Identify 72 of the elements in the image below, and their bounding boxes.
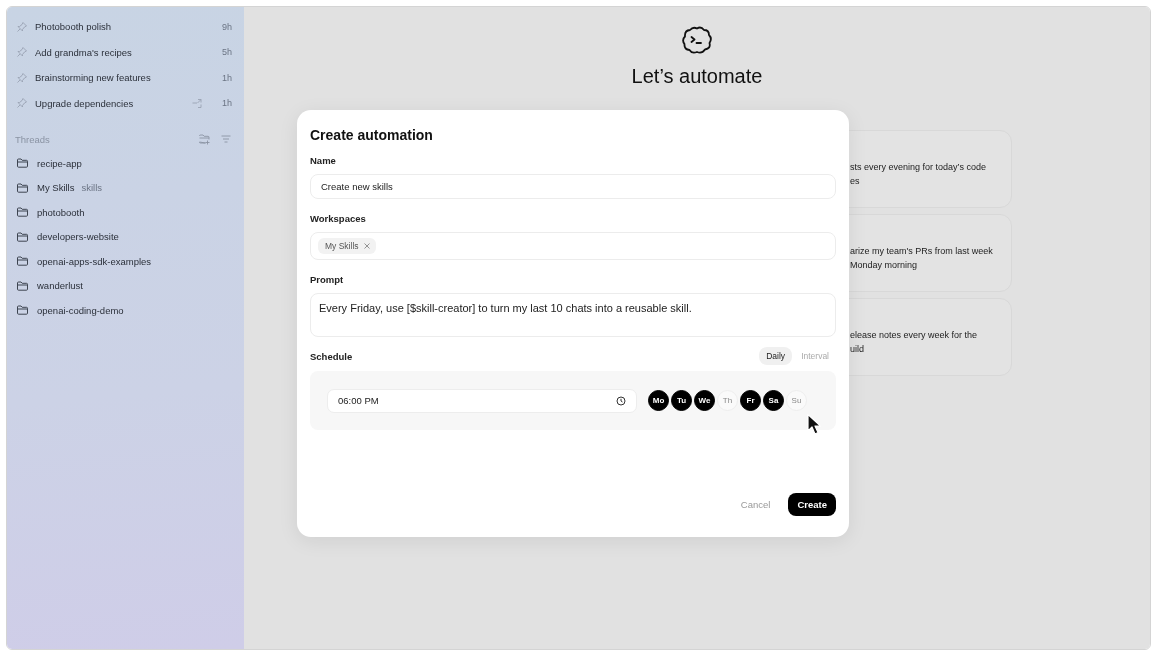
workspace-label: My Skills <box>325 241 359 251</box>
name-field[interactable]: Create new skills <box>310 174 836 199</box>
time-value: 06:00 PM <box>338 395 379 406</box>
folder-icon <box>16 181 29 194</box>
pinned-thread[interactable]: Upgrade dependencies 1h <box>7 90 244 116</box>
project-folder[interactable]: wanderlust <box>7 273 244 298</box>
suggestion-text: uild <box>850 343 865 356</box>
folder-icon <box>16 230 29 243</box>
pinned-thread[interactable]: Add grandma's recipes 5h <box>7 39 244 65</box>
folder-name: developers-website <box>37 231 119 243</box>
pin-icon <box>16 71 28 84</box>
suggestion-text: arize my team's PRs from last week <box>850 245 993 258</box>
field-label: Prompt <box>310 274 345 285</box>
project-folder[interactable]: My Skills skills <box>7 175 244 200</box>
day-toggle[interactable]: Th <box>717 390 738 411</box>
day-toggle[interactable]: Mo <box>648 390 669 411</box>
time-field[interactable]: 06:00 PM <box>327 388 637 413</box>
project-folder[interactable]: openai-apps-sdk-examples <box>7 249 244 274</box>
folder-name: wanderlust <box>37 280 83 292</box>
folder-icon <box>16 255 29 268</box>
clock-icon <box>616 395 626 406</box>
thread-title: Add grandma's recipes <box>35 46 132 58</box>
day-toggle[interactable]: Tu <box>671 390 692 411</box>
thread-title: Upgrade dependencies <box>35 97 134 109</box>
folder-icon <box>16 157 29 170</box>
project-folder[interactable]: developers-website <box>7 224 244 249</box>
suggestion-text: es <box>850 175 861 188</box>
project-folder[interactable]: photobooth <box>7 200 244 225</box>
suggestion-text: Monday morning <box>850 259 919 272</box>
workspaces-field[interactable]: My Skills <box>310 232 836 260</box>
pin-icon <box>16 46 28 59</box>
thread-title: Photobooth polish <box>35 21 112 33</box>
field-label: Workspaces <box>310 213 367 224</box>
field-label: Schedule <box>310 350 353 362</box>
thread-time: 1h <box>221 72 232 83</box>
day-toggle[interactable]: Su <box>786 390 807 411</box>
dialog-title: Create automation <box>310 127 434 143</box>
thread-time: 5h <box>221 47 232 58</box>
page-title: Let’s automate <box>631 65 763 88</box>
suggestion-text: elease notes every week for the <box>850 329 978 342</box>
filter-icon <box>220 133 232 145</box>
close-icon <box>362 242 371 250</box>
project-folder[interactable]: recipe-app <box>7 151 244 176</box>
pinned-thread[interactable]: Brainstorming new features 1h <box>7 65 244 91</box>
folder-name: photobooth <box>37 206 85 218</box>
pin-icon <box>16 97 28 110</box>
day-toggle[interactable]: Sa <box>763 390 784 411</box>
pin-icon <box>16 20 28 33</box>
folder-name: recipe-app <box>37 157 82 169</box>
folder-name: My Skills <box>37 182 75 194</box>
folder-icon <box>16 304 29 317</box>
schedule-tab[interactable]: Daily <box>759 347 793 365</box>
day-toggle[interactable]: Fr <box>740 390 761 411</box>
folder-tag: skills <box>81 182 103 194</box>
suggestion-text: sts every evening for today’s code <box>850 161 986 174</box>
folder-icon <box>16 279 29 292</box>
prompt-field[interactable]: Every Friday, use [$skill-creator] to turn my last 10 chats into a reusable skill. <box>310 293 836 337</box>
field-label: Name <box>310 155 337 166</box>
thread-time: 1h <box>221 98 232 109</box>
create-button[interactable]: Create <box>788 493 836 516</box>
folder-name: openai-coding-demo <box>37 304 124 316</box>
thread-title: Brainstorming new features <box>35 72 151 84</box>
pinned-thread[interactable]: Photobooth polish 9h <box>7 14 244 40</box>
terminal-cloud-icon <box>680 25 714 57</box>
arrow-icon <box>191 97 203 110</box>
thread-time: 9h <box>221 21 232 32</box>
day-toggle[interactable]: We <box>694 390 715 411</box>
section-label: Threads <box>15 133 50 145</box>
folder-icon <box>16 206 29 219</box>
folder-name: openai-apps-sdk-examples <box>37 255 152 267</box>
workspace-chip[interactable]: My Skills <box>318 238 376 254</box>
project-folder[interactable]: openai-coding-demo <box>7 298 244 323</box>
